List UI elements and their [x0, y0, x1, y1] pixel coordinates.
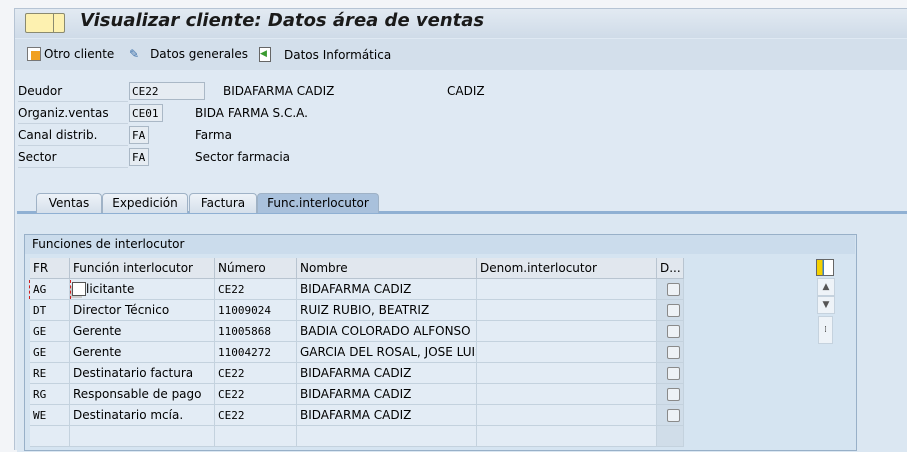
datos-informatica-label: Datos Informática: [284, 47, 392, 62]
cell-denom[interactable]: [477, 342, 657, 363]
column-header-numero[interactable]: Número: [215, 258, 297, 279]
tab-ventas[interactable]: Ventas: [36, 193, 102, 213]
focus-cell-marker: [29, 280, 71, 299]
canal-name: Farma: [195, 128, 232, 142]
deudor-label: Deudor: [18, 81, 128, 102]
cell-d[interactable]: [657, 279, 684, 300]
cell-fr[interactable]: RG: [30, 384, 70, 405]
cell-nombre[interactable]: GARCIA DEL ROSAL, JOSE LUIS: [297, 342, 477, 363]
canal-label: Canal distrib.: [18, 125, 128, 146]
otro-cliente-button[interactable]: Otro cliente: [27, 47, 114, 61]
cell-denom[interactable]: [477, 405, 657, 426]
deudor-city: CADIZ: [447, 84, 485, 98]
cell-d[interactable]: [657, 363, 684, 384]
scroll-up-button[interactable]: ▲: [817, 278, 835, 296]
checkbox[interactable]: [667, 388, 680, 401]
copy-icon[interactable]: [72, 282, 86, 296]
cell-d[interactable]: [657, 300, 684, 321]
cell-fr[interactable]: [30, 426, 70, 447]
org-ventas-label: Organiz.ventas: [18, 103, 128, 124]
cell-denom[interactable]: [477, 321, 657, 342]
cell-nombre[interactable]: RUIZ RUBIO, BEATRIZ: [297, 300, 477, 321]
column-header-nombre[interactable]: Nombre: [297, 258, 477, 279]
cell-denom[interactable]: [477, 363, 657, 384]
scroll-thumb[interactable]: ⁞: [818, 316, 833, 344]
checkbox[interactable]: [667, 409, 680, 422]
cell-d[interactable]: [657, 405, 684, 426]
cell-funcion[interactable]: licitante: [70, 279, 215, 300]
cell-d[interactable]: [657, 342, 684, 363]
other-customer-icon: [27, 47, 41, 61]
canal-field[interactable]: FA: [129, 126, 149, 144]
datos-informatica-button[interactable]: ◀ Datos Informática: [259, 47, 391, 62]
document-arrow-icon: ◀: [259, 47, 271, 62]
cell-nombre[interactable]: [297, 426, 477, 447]
cell-nombre[interactable]: BIDAFARMA CADIZ: [297, 384, 477, 405]
column-header-d[interactable]: D...: [657, 258, 684, 279]
glasses-pencil-icon: ✎: [129, 47, 140, 61]
org-ventas-name: BIDA FARMA S.C.A.: [195, 106, 308, 120]
cell-d[interactable]: [657, 321, 684, 342]
cell-nombre[interactable]: BIDAFARMA CADIZ: [297, 405, 477, 426]
cell-numero[interactable]: 11004272: [215, 342, 297, 363]
deudor-name: BIDAFARMA CADIZ: [223, 84, 335, 98]
scroll-down-button[interactable]: ▼: [817, 296, 835, 314]
cell-fr[interactable]: WE: [30, 405, 70, 426]
deudor-field[interactable]: CE22: [129, 82, 205, 100]
cell-funcion[interactable]: Gerente: [70, 321, 215, 342]
checkbox[interactable]: [667, 283, 680, 296]
tab-expedicion[interactable]: Expedición: [102, 193, 188, 213]
cell-numero[interactable]: CE22: [215, 405, 297, 426]
checkbox[interactable]: [667, 304, 680, 317]
checkbox[interactable]: [667, 346, 680, 359]
cell-numero[interactable]: CE22: [215, 384, 297, 405]
cell-funcion[interactable]: [70, 426, 215, 447]
cell-funcion[interactable]: Director Técnico: [70, 300, 215, 321]
cell-denom[interactable]: [477, 384, 657, 405]
cell-fr[interactable]: GE: [30, 342, 70, 363]
cell-numero[interactable]: CE22: [215, 279, 297, 300]
cell-nombre[interactable]: BIDAFARMA CADIZ: [297, 279, 477, 300]
org-ventas-field[interactable]: CE01: [129, 104, 163, 122]
cell-numero[interactable]: 11009024: [215, 300, 297, 321]
column-header-fr[interactable]: FR: [30, 258, 70, 279]
cell-d[interactable]: [657, 426, 684, 447]
checkbox[interactable]: [667, 325, 680, 338]
cell-fr[interactable]: GE: [30, 321, 70, 342]
cell-fr[interactable]: RE: [30, 363, 70, 384]
cell-funcion[interactable]: Responsable de pago: [70, 384, 215, 405]
cell-funcion[interactable]: Destinatario factura: [70, 363, 215, 384]
cell-denom[interactable]: [477, 300, 657, 321]
column-header-denom[interactable]: Denom.interlocutor: [477, 258, 657, 279]
sector-name: Sector farmacia: [195, 150, 291, 164]
sector-label: Sector: [18, 147, 128, 168]
cell-denom[interactable]: [477, 426, 657, 447]
tab-factura[interactable]: Factura: [189, 193, 257, 213]
checkbox[interactable]: [667, 367, 680, 380]
cell-d[interactable]: [657, 384, 684, 405]
cell-fr[interactable]: DT: [30, 300, 70, 321]
datos-generales-button[interactable]: ✎ Datos generales: [129, 47, 248, 61]
column-config-icon[interactable]: [816, 259, 834, 276]
page-title: Visualizar cliente: Datos área de ventas: [80, 10, 485, 31]
tab-func-interlocutor[interactable]: Func.interlocutor: [257, 193, 379, 213]
cell-numero[interactable]: 11005868: [215, 321, 297, 342]
cell-nombre[interactable]: BIDAFARMA CADIZ: [297, 363, 477, 384]
cell-funcion[interactable]: Gerente: [70, 342, 215, 363]
cell-nombre[interactable]: BADIA COLORADO ALFONSO: [297, 321, 477, 342]
cell-funcion[interactable]: Destinatario mcía.: [70, 405, 215, 426]
cell-denom[interactable]: [477, 279, 657, 300]
column-header-funcion[interactable]: Función interlocutor: [70, 258, 215, 279]
otro-cliente-label: Otro cliente: [44, 47, 115, 61]
group-title: Funciones de interlocutor: [25, 235, 855, 254]
cell-numero[interactable]: [215, 426, 297, 447]
sector-field[interactable]: FA: [129, 148, 149, 166]
command-field[interactable]: [25, 13, 65, 33]
cell-numero[interactable]: CE22: [215, 363, 297, 384]
datos-generales-label: Datos generales: [150, 47, 249, 61]
